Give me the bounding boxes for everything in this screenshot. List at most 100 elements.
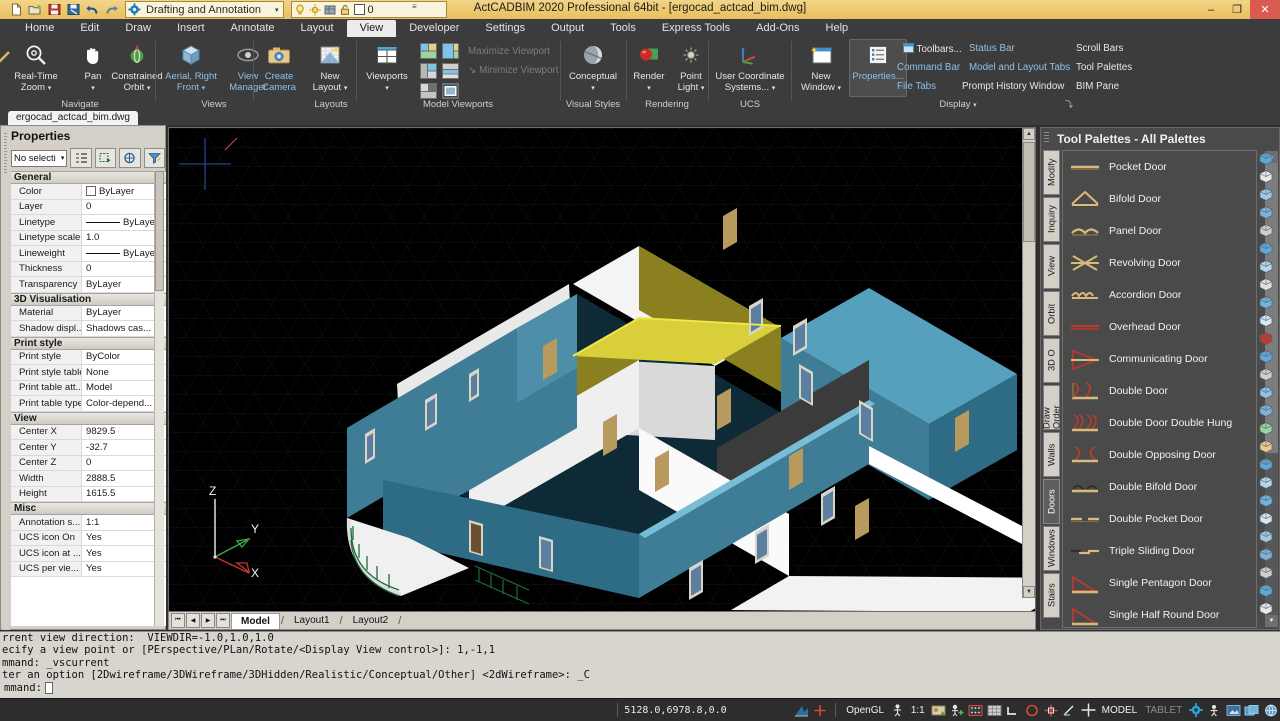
image-icon[interactable] <box>1225 703 1242 718</box>
viewports-button[interactable]: Viewports▾ <box>358 40 416 94</box>
properties-scrollbar-thumb[interactable] <box>155 171 164 291</box>
viewport-scrollbar-thumb[interactable] <box>1023 142 1035 242</box>
palette-tab-view[interactable]: View <box>1043 244 1060 289</box>
palette-tool-icon[interactable] <box>1257 582 1275 599</box>
command-input-row[interactable]: mmand: <box>0 682 1280 694</box>
palette-item[interactable]: Accordion Door <box>1063 279 1256 311</box>
toolbars-item[interactable]: Toolbars... <box>903 43 962 55</box>
conceptual-visual-style-button[interactable]: Conceptual▾ <box>562 40 624 94</box>
select-objects-icon[interactable] <box>95 148 116 168</box>
model-tab-model[interactable]: Model <box>231 613 280 629</box>
palette-tab-orbit[interactable]: Orbit <box>1043 291 1060 336</box>
drawing-viewport[interactable]: Z Y X ▲ ▼ <box>168 127 1036 612</box>
tab-nav-last-button[interactable]: ⏭ <box>216 613 230 628</box>
tool-palettes-item[interactable]: Tool Palettes <box>1076 62 1132 73</box>
tool-palettes-item-list[interactable]: Pocket DoorBifold DoorPanel DoorRevolvin… <box>1062 150 1257 628</box>
palette-tool-icon[interactable] <box>1257 564 1275 581</box>
palette-tool-icon[interactable] <box>1257 492 1275 509</box>
palette-tool-icon[interactable] <box>1257 456 1275 473</box>
annotation-add-icon[interactable] <box>949 703 966 718</box>
command-bar-item[interactable]: Command Bar <box>897 62 960 73</box>
realtime-zoom-button[interactable]: Real-Time Zoom ▾ <box>6 40 66 94</box>
tab-nav-next-button[interactable]: ▶ <box>201 613 215 628</box>
palette-tab-inquiry[interactable]: Inquiry <box>1043 197 1060 242</box>
properties-section-header[interactable]: Print style▲ <box>11 337 166 350</box>
palette-item[interactable]: Revolving Door <box>1063 247 1256 279</box>
coordinates-readout[interactable]: 5128.0,6978.8,0.0 <box>624 705 726 716</box>
palette-tool-icon[interactable] <box>1257 438 1275 455</box>
properties-section-header[interactable]: General▲ <box>11 171 166 184</box>
palette-item[interactable]: Bifold Door <box>1063 183 1256 215</box>
viewport-vertical-scrollbar[interactable]: ▲ ▼ <box>1022 128 1035 598</box>
ribbon-tab-insert[interactable]: Insert <box>164 20 218 37</box>
tab-nav-first-button[interactable]: ⏮ <box>171 613 185 628</box>
model-space-icon[interactable] <box>793 703 810 718</box>
palette-tool-icon[interactable] <box>1257 240 1275 257</box>
palette-tab-windows[interactable]: Windows <box>1043 526 1060 571</box>
palette-tool-icon[interactable] <box>1257 600 1275 617</box>
viewport-config-3-icon[interactable] <box>420 63 437 79</box>
user-coordinate-systems-button[interactable]: User CoordinateSystems... ▾ <box>705 40 795 94</box>
ribbon-tab-view[interactable]: View <box>347 20 397 37</box>
polar-icon[interactable] <box>1024 703 1041 718</box>
properties-section-header[interactable]: View▲ <box>11 412 166 425</box>
ribbon-tab-output[interactable]: Output <box>538 20 597 37</box>
palette-item[interactable]: Single Half Round Door <box>1063 599 1256 628</box>
palette-item[interactable]: Double Bifold Door <box>1063 471 1256 503</box>
ribbon-tab-edit[interactable]: Edit <box>67 20 112 37</box>
otrack-icon[interactable] <box>1061 703 1078 718</box>
command-line-area[interactable]: rrent view direction: VIEWDIR=-1.0,1.0,1… <box>0 631 1280 698</box>
annotation-scale-label[interactable]: 1:1 <box>907 705 929 716</box>
viewport-config-5-icon[interactable] <box>420 83 437 99</box>
palette-tab-doors[interactable]: Doors <box>1043 479 1060 524</box>
ribbon-tab-developer[interactable]: Developer <box>396 20 472 37</box>
aerial-view-button[interactable]: Aerial, RightFront ▾ <box>157 40 225 94</box>
ribbon-tab-help[interactable]: Help <box>813 20 862 37</box>
palette-tool-icon[interactable] <box>1257 150 1275 167</box>
filter-icon[interactable] <box>144 148 165 168</box>
file-tabs-item[interactable]: File Tabs <box>897 81 936 92</box>
ribbon-tab-tools[interactable]: Tools <box>597 20 649 37</box>
maximize-button[interactable]: ❐ <box>1224 0 1250 19</box>
palette-tool-icon[interactable] <box>1257 402 1275 419</box>
bim-pane-item[interactable]: BIM Pane <box>1076 81 1119 92</box>
palette-tool-icon[interactable] <box>1257 528 1275 545</box>
viewport-scroll-down-button[interactable]: ▼ <box>1023 586 1035 598</box>
maximize-viewport-item[interactable]: Maximize Viewport <box>468 46 550 57</box>
prompt-history-window-item[interactable]: Prompt History Window <box>962 81 1064 92</box>
palette-item[interactable]: Overhead Door <box>1063 311 1256 343</box>
properties-section-header[interactable]: Misc▲ <box>11 502 166 515</box>
palette-tab-walls[interactable]: Walls <box>1043 432 1060 477</box>
minimize-button[interactable]: – <box>1198 0 1224 19</box>
palette-item[interactable]: Double Pocket Door <box>1063 503 1256 535</box>
tablet-label[interactable]: TABLET <box>1141 705 1186 716</box>
create-camera-button[interactable]: CreateCamera <box>251 40 307 93</box>
settings-gear-icon[interactable] <box>1187 703 1204 718</box>
palette-tab-stairs[interactable]: Stairs <box>1043 573 1060 618</box>
display-dialog-launcher[interactable]: ⤵ <box>1065 99 1073 110</box>
snap-icon[interactable] <box>967 703 984 718</box>
model-space-label[interactable]: MODEL <box>1098 705 1142 716</box>
ribbon-tab-home[interactable]: Home <box>12 20 67 37</box>
render-button[interactable]: Render▾ <box>626 40 672 94</box>
palette-tab-modify[interactable]: Modify <box>1043 150 1060 195</box>
palette-item[interactable]: Panel Door <box>1063 215 1256 247</box>
layout-switch-icon[interactable] <box>1244 703 1261 718</box>
model-layout-tabs-item[interactable]: Model and Layout Tabs <box>969 62 1070 73</box>
palette-item[interactable]: Pocket Door <box>1063 151 1256 183</box>
palette-item[interactable]: Double Door <box>1063 375 1256 407</box>
help-globe-icon[interactable] <box>1262 703 1279 718</box>
quick-select-icon[interactable] <box>70 148 91 168</box>
new-layout-button[interactable]: NewLayout ▾ <box>301 40 359 94</box>
minimize-viewport-item[interactable]: ↘ Minimize Viewport <box>468 65 558 76</box>
palette-item[interactable]: Communicating Door <box>1063 343 1256 375</box>
selection-dropdown[interactable]: No selecti ▾ <box>11 150 67 167</box>
file-tab[interactable]: ergocad_actcad_bim.dwg <box>8 111 138 126</box>
palette-tool-icon[interactable] <box>1257 312 1275 329</box>
properties-grip[interactable] <box>2 127 10 630</box>
graphics-engine-label[interactable]: OpenGL <box>842 705 888 716</box>
ribbon-tab-settings[interactable]: Settings <box>472 20 538 37</box>
pick-point-icon[interactable] <box>119 148 140 168</box>
annotation-visibility-icon[interactable] <box>930 703 947 718</box>
model-tab-layout1[interactable]: Layout1 <box>285 613 339 628</box>
